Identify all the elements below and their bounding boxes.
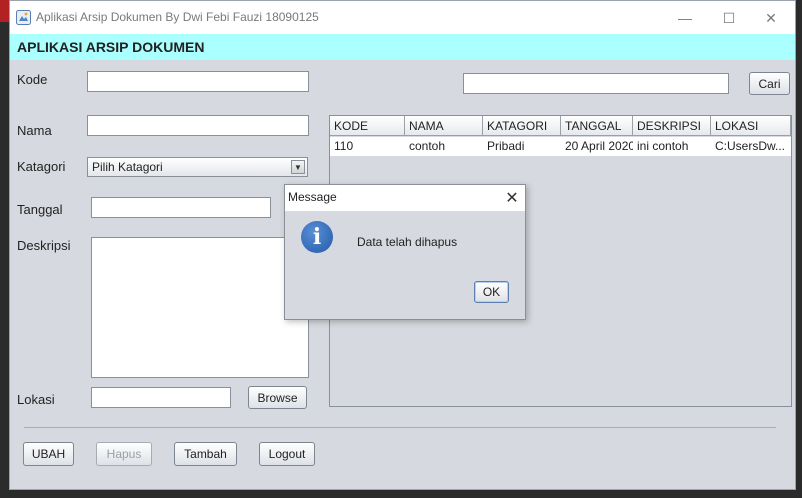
header-band: APLIKASI ARSIP DOKUMEN — [10, 34, 795, 60]
close-button[interactable]: ✕ — [750, 5, 792, 31]
chevron-down-icon[interactable]: ▼ — [291, 160, 305, 174]
column-header-nama[interactable]: NAMA — [405, 116, 483, 136]
column-header-kode[interactable]: KODE — [330, 116, 405, 136]
page-title: APLIKASI ARSIP DOKUMEN — [17, 39, 205, 55]
maximize-button[interactable]: ☐ — [708, 5, 750, 31]
close-icon[interactable]: ✕ — [499, 185, 525, 211]
kode-input[interactable] — [87, 71, 309, 92]
ok-button[interactable]: OK — [474, 281, 509, 303]
title-bar[interactable]: Aplikasi Arsip Dokumen By Dwi Febi Fauzi… — [10, 1, 795, 34]
katagori-label: Katagori — [17, 159, 66, 174]
divider — [24, 427, 776, 428]
lokasi-input[interactable] — [91, 387, 231, 408]
cell-lokasi: C:UsersDw... — [711, 137, 791, 156]
cell-deskripsi: ini contoh — [633, 137, 711, 156]
column-header-lokasi[interactable]: LOKASI — [711, 116, 791, 136]
lokasi-label: Lokasi — [17, 392, 55, 407]
window-title: Aplikasi Arsip Dokumen By Dwi Febi Fauzi… — [36, 10, 319, 24]
column-header-katagori[interactable]: KATAGORI — [483, 116, 561, 136]
hapus-button[interactable]: Hapus — [96, 442, 152, 466]
deskripsi-label: Deskripsi — [17, 238, 71, 253]
ubah-button[interactable]: UBAH — [23, 442, 74, 466]
column-header-deskripsi[interactable]: DESKRIPSI — [633, 116, 711, 136]
nama-input[interactable] — [87, 115, 309, 136]
logout-button[interactable]: Logout — [259, 442, 315, 466]
dialog-title: Message — [288, 190, 337, 204]
browse-button[interactable]: Browse — [248, 386, 307, 409]
tanggal-input[interactable] — [91, 197, 271, 218]
background-left-accent — [0, 0, 9, 22]
background-left-strip — [0, 0, 9, 498]
dialog-body: i Data telah dihapus OK — [285, 211, 525, 319]
kode-label: Kode — [17, 72, 48, 87]
deskripsi-textarea[interactable] — [91, 237, 309, 378]
search-button[interactable]: Cari — [749, 72, 790, 95]
background-right-strip — [796, 0, 802, 498]
column-header-tanggal[interactable]: TANGGAL — [561, 116, 633, 136]
search-input[interactable] — [463, 73, 729, 94]
tanggal-label: Tanggal — [17, 202, 63, 217]
cell-kode: 110 — [330, 137, 405, 156]
katagori-select[interactable]: Pilih Katagori ▼ — [87, 157, 308, 177]
nama-label: Nama — [17, 123, 52, 138]
cell-tanggal: 20 April 2020 — [561, 137, 633, 156]
minimize-button[interactable]: — — [664, 5, 706, 31]
app-icon — [16, 10, 31, 25]
cell-katagori: Pribadi — [483, 137, 561, 156]
message-dialog: Message ✕ i Data telah dihapus OK — [284, 184, 526, 320]
dialog-message: Data telah dihapus — [357, 235, 458, 249]
cell-nama: contoh — [405, 137, 483, 156]
info-icon: i — [301, 221, 333, 253]
tambah-button[interactable]: Tambah — [174, 442, 237, 466]
katagori-selected-value: Pilih Katagori — [92, 160, 163, 174]
